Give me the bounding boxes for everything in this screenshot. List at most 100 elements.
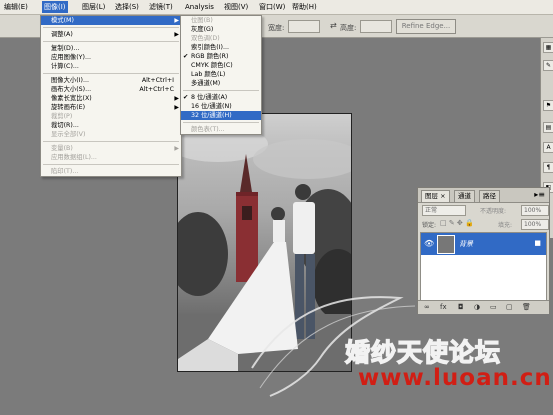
panel-menu-icon[interactable]: ▸≡ bbox=[534, 190, 545, 199]
tool-text-icon[interactable]: A bbox=[543, 142, 553, 153]
image-menu-mode-label: 模式(M) bbox=[51, 17, 74, 24]
trash-icon[interactable]: 🗑 bbox=[522, 303, 531, 311]
image-menu-pixel-aspect[interactable]: 像素长宽比(X) ▶ bbox=[41, 94, 181, 103]
tab-channels[interactable]: 通道 bbox=[454, 190, 475, 202]
image-menu-duplicate[interactable]: 复制(D)... bbox=[41, 44, 181, 53]
adjustment-icon[interactable]: ◑ bbox=[474, 303, 480, 311]
panel-tabs: 图层 × 通道 路径 ▸≡ bbox=[418, 188, 549, 203]
mode-multichannel[interactable]: 多通道(M) bbox=[181, 79, 261, 88]
variables-label: 变量(B) bbox=[51, 145, 73, 152]
layers-panel: 图层 × 通道 路径 ▸≡ 正常 不透明度: 100% 锁定: □ ✎ ✥ 🔒 … bbox=[417, 187, 550, 314]
menu-edit[interactable]: 编辑(E) bbox=[2, 1, 30, 13]
image-menu-variables[interactable]: 变量(B) ▶ bbox=[41, 144, 181, 153]
layer-name: 背景 bbox=[459, 240, 473, 248]
submenu-arrow-icon: ▶ bbox=[174, 17, 179, 24]
height-label: 高度: bbox=[340, 24, 357, 32]
fill-label: 填充: bbox=[498, 222, 513, 229]
image-menu-calculations[interactable]: 计算(C)... bbox=[41, 62, 181, 71]
swap-icon[interactable]: ⇄ bbox=[330, 21, 337, 30]
image-menu-adjust[interactable]: 调整(A) ▶ bbox=[41, 30, 181, 39]
image-menu-crop[interactable]: 裁剪(P) bbox=[41, 112, 181, 121]
image-menu-adjust-label: 调整(A) bbox=[51, 31, 73, 38]
submenu-arrow-icon: ▶ bbox=[174, 31, 179, 38]
mode-indexed-color[interactable]: 索引颜色(I)... bbox=[181, 43, 261, 52]
tool-grid-icon[interactable]: ▤ bbox=[543, 122, 553, 133]
eye-icon[interactable]: 👁 bbox=[424, 239, 434, 248]
canvas-size-shortcut: Alt+Ctrl+C bbox=[139, 86, 174, 93]
refine-edge-button[interactable]: Refine Edge... bbox=[396, 19, 456, 34]
mode-lab-color[interactable]: Lab 颜色(L) bbox=[181, 70, 261, 79]
image-menu-mode[interactable]: 模式(M) ▶ bbox=[41, 16, 181, 25]
opacity-field[interactable]: 100% bbox=[521, 205, 549, 216]
menu-separator bbox=[43, 41, 179, 42]
mode-bitmap[interactable]: 位图(B) bbox=[181, 16, 261, 25]
height-field[interactable] bbox=[360, 20, 392, 33]
tab-layers[interactable]: 图层 × bbox=[421, 190, 450, 202]
lock-icons[interactable]: □ ✎ ✥ 🔒 bbox=[440, 219, 474, 227]
mode-color-table[interactable]: 颜色表(T)... bbox=[181, 125, 261, 134]
menu-separator bbox=[43, 73, 179, 74]
menu-separator bbox=[43, 141, 179, 142]
tab-layers-label: 图层 bbox=[425, 192, 438, 200]
blend-row: 正常 不透明度: 100% bbox=[418, 203, 549, 216]
menu-separator bbox=[183, 122, 259, 123]
image-size-shortcut: Alt+Ctrl+I bbox=[141, 77, 174, 84]
image-size-label: 图像大小(I)... bbox=[51, 77, 89, 84]
menu-layer[interactable]: 图层(L) bbox=[80, 1, 107, 13]
width-label: 宽度: bbox=[268, 24, 285, 32]
mask-icon[interactable]: ◘ bbox=[458, 303, 464, 311]
panel-footer: ∞ fx ◘ ◑ ▭ ▢ 🗑 bbox=[418, 300, 549, 314]
submenu-arrow-icon: ▶ bbox=[174, 145, 179, 152]
submenu-arrow-icon: ▶ bbox=[174, 104, 179, 111]
tool-brush-icon[interactable]: ✎ bbox=[543, 60, 553, 71]
lock-label: 锁定: bbox=[422, 222, 437, 229]
menu-separator bbox=[183, 90, 259, 91]
width-field[interactable] bbox=[288, 20, 320, 33]
canvas-size-label: 画布大小(S)... bbox=[51, 86, 92, 93]
group-icon[interactable]: ▭ bbox=[490, 303, 497, 311]
image-menu-apply-image[interactable]: 应用图像(Y)... bbox=[41, 53, 181, 62]
menu-help[interactable]: 帮助(H) bbox=[290, 1, 319, 13]
mode-16-bit[interactable]: 16 位/通道(N) bbox=[181, 102, 261, 111]
opacity-label: 不透明度: bbox=[480, 208, 507, 215]
image-menu-trim[interactable]: 裁切(R)... bbox=[41, 121, 181, 130]
tool-swatch-icon[interactable]: ▦ bbox=[543, 42, 553, 53]
tool-wand-icon[interactable]: ⚑ bbox=[543, 100, 553, 111]
menu-select[interactable]: 选择(S) bbox=[113, 1, 141, 13]
image-menu-apply-data-set[interactable]: 应用数据组(L)... bbox=[41, 153, 181, 162]
mode-8-bit[interactable]: ✔ 8 位/通道(A) bbox=[181, 93, 261, 102]
image-menu-trap[interactable]: 陷印(T)... bbox=[41, 167, 181, 176]
image-menu: 模式(M) ▶ 调整(A) ▶ 复制(D)... 应用图像(Y)... 计算(C).… bbox=[40, 15, 182, 177]
mode-rgb-color[interactable]: ✔ RGB 颜色(R) bbox=[181, 52, 261, 61]
tool-para-icon[interactable]: ¶ bbox=[543, 162, 553, 173]
pixel-aspect-label: 像素长宽比(X) bbox=[51, 95, 92, 102]
menu-image[interactable]: 图像(I) bbox=[42, 1, 68, 13]
menu-filter[interactable]: 滤镜(T) bbox=[147, 1, 175, 13]
new-layer-icon[interactable]: ▢ bbox=[506, 303, 513, 311]
blend-mode-select[interactable]: 正常 bbox=[422, 205, 466, 216]
layer-background-row[interactable]: 👁 背景 ■ bbox=[421, 233, 546, 255]
menu-view[interactable]: 视图(V) bbox=[222, 1, 250, 13]
image-menu-rotate-canvas[interactable]: 旋转画布(E) ▶ bbox=[41, 103, 181, 112]
fill-field[interactable]: 100% bbox=[521, 219, 549, 230]
fx-icon[interactable]: fx bbox=[440, 303, 447, 311]
mode-cmyk-color[interactable]: CMYK 颜色(C) bbox=[181, 61, 261, 70]
tab-paths[interactable]: 路径 bbox=[479, 190, 500, 202]
mode-submenu: 位图(B) 灰度(G) 双色调(D) 索引颜色(I)... ✔ RGB 颜色(R)… bbox=[180, 15, 262, 135]
image-menu-canvas-size[interactable]: 画布大小(S)... Alt+Ctrl+C bbox=[41, 85, 181, 94]
mode-duotone[interactable]: 双色调(D) bbox=[181, 34, 261, 43]
mode-32-bit[interactable]: 32 位/通道(H) bbox=[181, 111, 261, 120]
menu-window[interactable]: 窗口(W) bbox=[257, 1, 287, 13]
lock-row: 锁定: □ ✎ ✥ 🔒 填充: 100% bbox=[418, 218, 549, 231]
image-menu-image-size[interactable]: 图像大小(I)... Alt+Ctrl+I bbox=[41, 76, 181, 85]
checkmark-icon: ✔ bbox=[183, 94, 189, 101]
menu-separator bbox=[43, 164, 179, 165]
rotate-canvas-label: 旋转画布(E) bbox=[51, 104, 86, 111]
checkmark-icon: ✔ bbox=[183, 53, 189, 60]
mode-grayscale[interactable]: 灰度(G) bbox=[181, 25, 261, 34]
menu-analysis[interactable]: Analysis bbox=[183, 1, 216, 13]
watermark-url: www.luoan.cn bbox=[358, 365, 552, 391]
lock-icon: ■ bbox=[534, 239, 541, 247]
menu-bar: 编辑(E) 图像(I) 图层(L) 选择(S) 滤镜(T) Analysis 视… bbox=[0, 0, 553, 15]
image-menu-reveal-all[interactable]: 显示全部(V) bbox=[41, 130, 181, 139]
